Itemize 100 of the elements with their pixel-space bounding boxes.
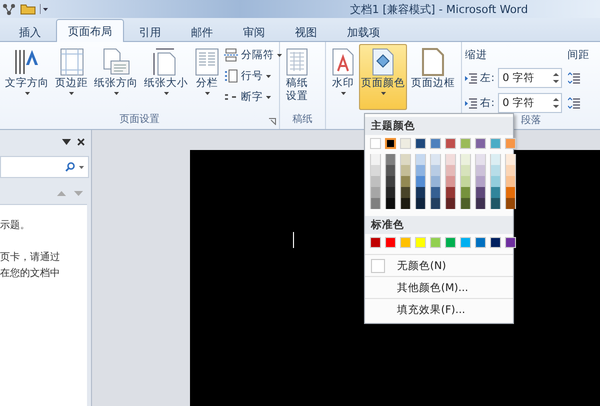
color-swatch[interactable] [370, 187, 381, 198]
color-swatch[interactable] [400, 198, 411, 209]
color-swatch[interactable] [430, 237, 441, 248]
dialog-launcher-icon[interactable] [269, 118, 276, 125]
spin-field[interactable]: 0 字符 [498, 68, 562, 88]
color-swatch[interactable] [505, 165, 516, 176]
color-swatch[interactable] [400, 176, 411, 187]
color-swatch[interactable] [505, 154, 516, 165]
color-swatch[interactable] [415, 187, 426, 198]
color-swatch[interactable] [400, 138, 411, 149]
color-swatch[interactable] [430, 138, 441, 149]
dropdown-icon[interactable] [79, 166, 84, 168]
color-swatch[interactable] [460, 187, 471, 198]
color-swatch[interactable] [490, 138, 501, 149]
close-icon[interactable] [77, 138, 85, 146]
color-swatch[interactable] [370, 138, 381, 149]
color-swatch[interactable] [415, 237, 426, 248]
ribbon-button[interactable]: 断字 [224, 88, 282, 105]
color-swatch[interactable] [490, 165, 501, 176]
menu-item[interactable]: 其他颜色(M)... [365, 276, 513, 298]
color-swatch[interactable] [430, 165, 441, 176]
menu-item[interactable]: 无颜色(N) [365, 254, 513, 276]
color-swatch[interactable] [445, 187, 456, 198]
color-swatch[interactable] [505, 237, 516, 248]
color-swatch[interactable] [430, 154, 441, 165]
color-swatch[interactable] [415, 165, 426, 176]
color-swatch[interactable] [415, 138, 426, 149]
color-swatch[interactable] [385, 198, 396, 209]
ribbon-tab[interactable]: 视图 [280, 22, 332, 42]
color-swatch[interactable] [475, 237, 486, 248]
ribbon-tab[interactable]: 插入 [4, 22, 56, 42]
ribbon-button[interactable]: 行号 [224, 67, 282, 84]
color-swatch[interactable] [475, 154, 486, 165]
color-swatch[interactable] [475, 165, 486, 176]
color-swatch[interactable] [415, 198, 426, 209]
color-swatch[interactable] [460, 237, 471, 248]
dropdown-icon[interactable] [40, 3, 48, 15]
color-swatch[interactable] [385, 176, 396, 187]
color-swatch[interactable] [400, 237, 411, 248]
ribbon-button[interactable]: 纸张方向 [92, 44, 140, 110]
color-swatch[interactable] [475, 187, 486, 198]
ribbon-tab[interactable]: 审阅 [228, 22, 280, 42]
color-swatch[interactable] [460, 176, 471, 187]
color-swatch[interactable] [415, 176, 426, 187]
spin-arrows-icon[interactable] [552, 97, 559, 109]
color-swatch[interactable] [505, 198, 516, 209]
color-swatch[interactable] [505, 187, 516, 198]
color-swatch[interactable] [445, 138, 456, 149]
color-swatch[interactable] [445, 165, 456, 176]
color-swatch[interactable] [460, 154, 471, 165]
color-swatch[interactable] [370, 176, 381, 187]
color-swatch[interactable] [490, 176, 501, 187]
color-swatch[interactable] [445, 154, 456, 165]
color-swatch[interactable] [460, 165, 471, 176]
network-icon[interactable] [2, 3, 16, 15]
color-swatch[interactable] [370, 198, 381, 209]
color-swatch[interactable] [490, 198, 501, 209]
color-swatch[interactable] [370, 154, 381, 165]
color-swatch[interactable] [460, 138, 471, 149]
up-arrow-icon[interactable] [57, 190, 66, 196]
color-swatch[interactable] [475, 198, 486, 209]
search-field[interactable] [0, 156, 89, 178]
color-swatch[interactable] [430, 176, 441, 187]
ribbon-button[interactable]: 分栏 [192, 44, 222, 110]
spin-field[interactable]: 0 字符 [498, 93, 562, 113]
color-swatch[interactable] [445, 237, 456, 248]
ribbon-button[interactable]: 页面颜色 [359, 44, 407, 110]
color-swatch[interactable] [490, 237, 501, 248]
ribbon-button[interactable]: 分隔符 [224, 46, 282, 63]
color-swatch[interactable] [385, 187, 396, 198]
color-swatch[interactable] [400, 165, 411, 176]
color-swatch[interactable] [475, 176, 486, 187]
color-swatch[interactable] [505, 138, 516, 149]
color-swatch[interactable] [400, 187, 411, 198]
color-swatch[interactable] [430, 198, 441, 209]
ribbon-button[interactable]: 文字方向 [3, 44, 51, 110]
ribbon-button[interactable]: 稿纸设置 [283, 44, 311, 110]
color-swatch[interactable] [370, 165, 381, 176]
color-swatch[interactable] [460, 198, 471, 209]
color-swatch[interactable] [385, 154, 396, 165]
ribbon-tab[interactable]: 引用 [124, 22, 176, 42]
color-swatch[interactable] [490, 187, 501, 198]
color-swatch[interactable] [385, 138, 396, 149]
ribbon-tab[interactable]: 邮件 [176, 22, 228, 42]
color-swatch[interactable] [400, 154, 411, 165]
ribbon-button[interactable]: 页边距 [53, 44, 90, 110]
color-swatch[interactable] [370, 237, 381, 248]
search-icon[interactable] [65, 162, 75, 172]
color-swatch[interactable] [505, 176, 516, 187]
dropdown-icon[interactable] [62, 139, 71, 145]
spin-arrows-icon[interactable] [552, 72, 559, 84]
color-swatch[interactable] [490, 154, 501, 165]
color-swatch[interactable] [430, 187, 441, 198]
color-swatch[interactable] [385, 237, 396, 248]
ribbon-tab[interactable]: 页面布局 [56, 19, 124, 42]
ribbon-button[interactable]: 水印 [329, 44, 357, 110]
ribbon-button[interactable]: 页面边框 [409, 44, 457, 110]
color-swatch[interactable] [445, 198, 456, 209]
color-swatch[interactable] [385, 165, 396, 176]
color-swatch[interactable] [415, 154, 426, 165]
